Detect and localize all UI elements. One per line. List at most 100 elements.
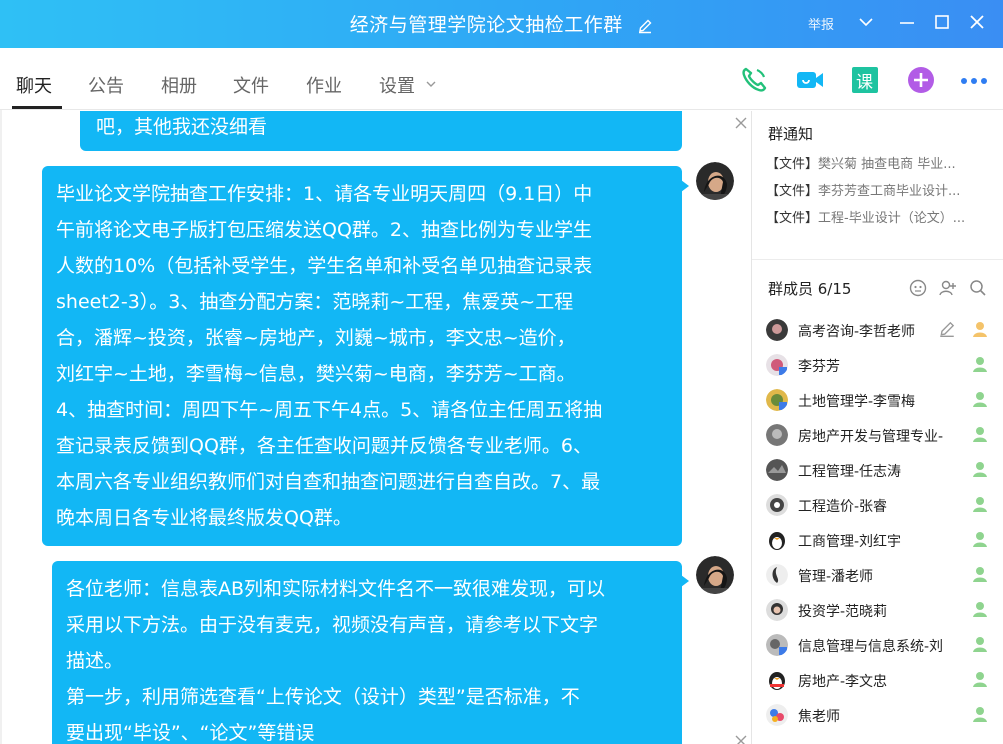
member-role-icon [970,529,990,549]
message-bubble[interactable]: 各位老师：信息表AB列和实际材料文件名不一致很难发现，可以 采用以下方法。由于没… [52,561,689,744]
avatar [766,389,788,411]
close-icon[interactable] [967,12,987,32]
edit-icon[interactable] [938,320,956,338]
member-name: 信息管理与信息系统-刘 [798,639,944,655]
tab-chat[interactable]: 聊天 [16,72,52,98]
message-line: 午前将论文电子版打包压缩发送QQ群。2、抽查比例为专业学生 [56,219,593,241]
message-bubble[interactable]: 毕业论文学院抽查工作安排：1、请各专业明天周四（9.1日）中 午前将论文电子版打… [42,166,689,546]
member-item[interactable]: 高考咨询-李哲老师 [766,317,996,343]
avatar [766,424,788,446]
member-role-icon [970,354,990,374]
close-icon[interactable] [735,114,747,129]
member-name: 投资学-范晓莉 [798,604,888,620]
notice-item[interactable]: 【文件】李芬芳查工商毕业设计... [766,180,994,199]
member-item[interactable]: 房地产-李文忠 [766,667,996,693]
notice-tag: 【文件】 [766,157,819,172]
bubble-tail [681,575,689,587]
member-item[interactable]: 房地产开发与管理专业- [766,422,996,448]
member-role-icon [970,669,990,689]
member-name: 房地产-李文忠 [798,674,888,690]
search-icon[interactable] [968,278,988,298]
message-line: 人数的10%（包括补受学生，学生名单和补受名单见抽查记录表 [56,255,593,277]
message-line: 要出现“毕设”、“论文”等错误 [66,722,315,744]
member-item[interactable]: 工商管理-刘红宇 [766,527,996,553]
notice-item[interactable]: 【文件】工程-毕业设计（论文）... [766,207,994,226]
member-name: 工程造价-张睿 [798,499,888,515]
tab-bar: 聊天 公告 相册 文件 作业 设置 课 [0,48,1003,110]
course-icon[interactable]: 课 [849,64,881,96]
notice-item[interactable]: 【文件】樊兴菊 抽查电商 毕业... [766,153,994,172]
member-role-icon [970,459,990,479]
message-line: sheet2-3）。3、抽查分配方案：范晓莉~工程，焦爱英~工程 [56,291,574,313]
member-role-icon [970,599,990,619]
side-panel: 群通知 【文件】樊兴菊 抽查电商 毕业... 【文件】李芬芳查工商毕业设计...… [751,111,1003,744]
member-role-icon [970,389,990,409]
bubble-tail [681,180,689,192]
notice-text: 李芬芳查工商毕业设计... [818,184,961,199]
member-item[interactable]: 工程造价-张睿 [766,492,996,518]
avatar [766,459,788,481]
video-icon[interactable] [794,64,826,96]
tab-settings[interactable]: 设置 [379,72,437,98]
member-item[interactable]: 焦老师 [766,702,996,728]
avatar [766,634,788,656]
more-icon[interactable] [958,64,990,96]
window-title: 经济与管理学院论文抽检工作群 [349,14,623,36]
message-line: 刘红宇~土地，李雪梅~信息，樊兴菊~电商，李芬芳~工商。 [56,363,576,385]
course-icon-label: 课 [856,73,873,93]
tab-announcement[interactable]: 公告 [88,72,124,98]
divider [752,259,1003,260]
tab-homework[interactable]: 作业 [306,72,342,98]
member-name: 管理-潘老师 [798,569,874,585]
tab-files[interactable]: 文件 [233,72,269,98]
chevron-down-icon[interactable] [856,12,876,32]
member-name: 工商管理-刘红宇 [798,534,902,550]
message-bubble[interactable]: 吧，其他我还没细看 [80,111,682,151]
member-role-icon [970,424,990,444]
avatar [766,704,788,726]
avatar[interactable] [696,556,734,594]
avatar [766,564,788,586]
avatar [766,354,788,376]
add-member-icon[interactable] [938,278,958,298]
active-tab-indicator [12,106,62,109]
message-line: 采用以下方法。由于没有麦克，视频没有声音，请参考以下文字 [66,614,599,636]
notice-tag: 【文件】 [766,211,819,226]
minimize-icon[interactable] [897,12,917,32]
member-item[interactable]: 李芬芳 [766,352,996,378]
message-line: 4、抽查时间：周四下午~周五下午4点。5、请各位主任周五将抽 [56,399,603,421]
tab-album[interactable]: 相册 [161,72,197,98]
message-line: 各位老师：信息表AB列和实际材料文件名不一致很难发现，可以 [66,578,606,600]
message-line: 本周六各专业组织教师们对自查和抽查问题进行自查自改。7、最 [56,471,601,493]
member-name: 李芬芳 [798,359,840,375]
left-edge-strip [0,110,2,744]
avatar [766,599,788,621]
window-title-wrap: 经济与管理学院论文抽检工作群 [0,10,1003,39]
phone-icon[interactable] [738,64,770,96]
close-icon[interactable] [735,732,747,744]
avatar[interactable] [696,162,734,200]
invite-face-icon[interactable] [908,278,928,298]
tab-settings-label: 设置 [379,76,415,97]
notice-text: 工程-毕业设计（论文）... [818,211,966,226]
member-name: 高考咨询-李哲老师 [798,324,916,340]
member-name: 土地管理学-李雪梅 [798,394,916,410]
edit-title-icon[interactable] [637,17,653,39]
member-name: 房地产开发与管理专业- [798,429,944,445]
avatar [766,669,788,691]
member-item[interactable]: 投资学-范晓莉 [766,597,996,623]
add-app-icon[interactable] [905,64,937,96]
avatar [766,494,788,516]
message-line: 毕业论文学院抽查工作安排：1、请各专业明天周四（9.1日）中 [56,183,593,205]
message-line: 描述。 [66,650,124,672]
chat-area[interactable]: 吧，其他我还没细看 毕业论文学院抽查工作安排：1、请各专业明天周四（9.1日）中… [0,111,751,744]
maximize-icon[interactable] [932,12,952,32]
member-item[interactable]: 工程管理-任志涛 [766,457,996,483]
title-bar: 经济与管理学院论文抽检工作群 举报 [0,0,1003,48]
member-item[interactable]: 信息管理与信息系统-刘 [766,632,996,658]
report-link[interactable]: 举报 [808,14,834,33]
member-item[interactable]: 管理-潘老师 [766,562,996,588]
member-item[interactable]: 土地管理学-李雪梅 [766,387,996,413]
notice-text: 樊兴菊 抽查电商 毕业... [818,157,956,172]
message-line: 查记录表反馈到QQ群，各主任查收问题并反馈各专业老师。6、 [56,435,593,457]
